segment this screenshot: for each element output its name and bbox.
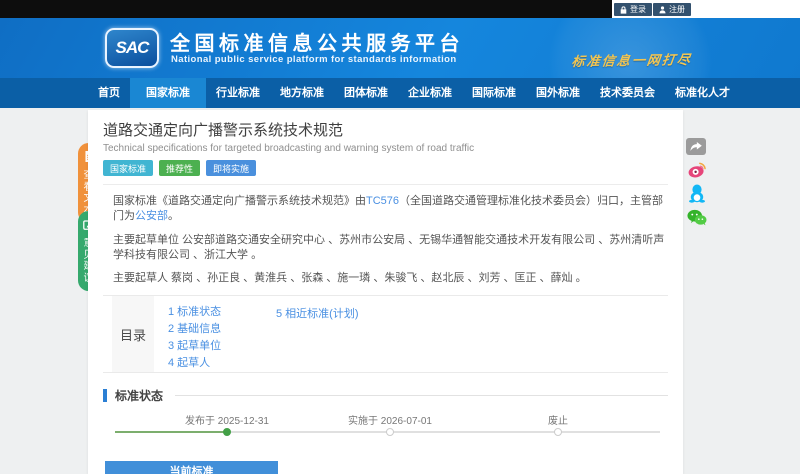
toc-link-similar-standards[interactable]: 5 相近标准(计划) [276, 308, 359, 320]
qq-icon[interactable] [686, 184, 708, 203]
register-label: 注册 [669, 5, 685, 14]
top-utility-bar: 登录 注册 [0, 0, 800, 18]
slogan-calligraphy: 标准信息一网打尽 [570, 51, 693, 70]
timeline-label-published: 发布于 2025-12-31 [185, 416, 269, 428]
nav-item-home[interactable]: 首页 [88, 78, 130, 108]
timeline-dot-implemented [386, 428, 394, 437]
nav-item-group-standards[interactable]: 团体标准 [334, 78, 398, 108]
nav-item-national-standards[interactable]: 国家标准 [130, 78, 206, 108]
lock-icon [620, 5, 627, 14]
site-title: 全国标准信息公共服务平台 [170, 33, 464, 55]
share-column [686, 138, 708, 226]
timeline-dot-abolished [554, 428, 562, 437]
login-button[interactable]: 登录 [614, 3, 652, 16]
page: 登录 注册 SAC 全国标准信息公共服务平台 National public s… [0, 0, 800, 474]
toc-links: 1 标准状态 2 基础信息 3 起草单位 4 起草人 5 相近标准(计划) [154, 296, 359, 372]
current-standard-header: 当前标准 [105, 461, 278, 474]
nav-item-local-standards[interactable]: 地方标准 [270, 78, 334, 108]
timeline-dot-published [223, 428, 231, 437]
status-timeline: 发布于 2025-12-31 实施于 2026-07-01 废止 [103, 410, 668, 448]
standard-title-en: Technical specifications for targeted br… [103, 143, 475, 154]
sac-logo[interactable]: SAC [105, 28, 159, 68]
drafters-paragraph: 主要起草人 蔡岗 、孙正良 、黄淮兵 、张森 、施一璘 、朱骏飞 、赵北辰 、刘… [113, 272, 587, 285]
table-of-contents: 目录 1 标准状态 2 基础信息 3 起草单位 4 起草人 5 相近标准(计划) [103, 295, 668, 374]
timeline-label-abolished: 废止 [548, 416, 568, 428]
intro-paragraph: 国家标准《道路交通定向广播警示系统技术规范》由TC576（全国道路交通管理标准化… [113, 194, 668, 224]
person-icon [659, 5, 666, 14]
login-label: 登录 [630, 5, 646, 14]
nav-item-international-standards[interactable]: 国际标准 [462, 78, 526, 108]
description-block: 国家标准《道路交通定向广播警示系统技术规范》由TC576（全国道路交通管理标准化… [103, 194, 668, 286]
section-marker [103, 389, 107, 403]
toc-column-2: 5 相近标准(计划) [276, 304, 359, 372]
timeline-track-done [115, 431, 227, 434]
timeline-label-implemented: 实施于 2026-07-01 [348, 416, 432, 428]
site-header: SAC 全国标准信息公共服务平台 National public service… [0, 18, 800, 78]
toc-column-1: 1 标准状态 2 基础信息 3 起草单位 4 起草人 [168, 304, 276, 372]
register-button[interactable]: 注册 [653, 3, 691, 16]
site-subtitle: National public service platform for sta… [171, 54, 457, 65]
nav-item-enterprise-standards[interactable]: 企业标准 [398, 78, 462, 108]
badge-recommended: 推荐性 [159, 160, 201, 176]
toc-link-drafting-units[interactable]: 3 起草单位 [168, 338, 276, 355]
toc-link-status[interactable]: 1 标准状态 [168, 304, 276, 321]
dept-link[interactable]: 公安部 [135, 210, 168, 222]
tc576-link[interactable]: TC576 [366, 195, 399, 207]
toc-link-drafters[interactable]: 4 起草人 [168, 355, 276, 372]
status-section-title: 标准状态 [115, 389, 164, 404]
toc-label: 目录 [112, 296, 154, 373]
current-standard-card[interactable]: 当前标准 GB/T 47003-2025 即将实施 道路交通定向广播警示系统技术… [105, 461, 278, 474]
nav-item-foreign-standards[interactable]: 国外标准 [526, 78, 590, 108]
toc-link-basic-info[interactable]: 2 基础信息 [168, 321, 276, 338]
main-nav: 首页 国家标准 行业标准 地方标准 团体标准 企业标准 国际标准 国外标准 技术… [0, 78, 800, 108]
drafting-units-paragraph: 主要起草单位 公安部道路交通安全研究中心 、苏州市公安局 、无锡华通智能交通技术… [113, 233, 665, 261]
intro-prefix: 国家标准《道路交通定向广播警示系统技术规范》由 [113, 195, 366, 207]
weibo-icon[interactable] [686, 161, 708, 178]
badge-upcoming: 即将实施 [206, 160, 257, 176]
sac-logo-text: SAC [115, 38, 150, 57]
top-black-strip [0, 0, 612, 18]
share-icon[interactable] [686, 138, 706, 155]
section-rule [175, 395, 668, 397]
standard-detail-card: 道路交通定向广播警示系统技术规范 Technical specification… [88, 110, 683, 474]
intro-suffix: 。 [168, 209, 179, 222]
badge-national-standard: 国家标准 [103, 160, 154, 176]
status-section-header: 标准状态 [103, 387, 668, 404]
nav-item-standardization-talent[interactable]: 标准化人才 [665, 78, 740, 108]
standard-title-cn: 道路交通定向广播警示系统技术规范 [103, 122, 344, 139]
badge-row: 国家标准 推荐性 即将实施 [103, 160, 668, 176]
wechat-icon[interactable] [686, 209, 708, 226]
divider [103, 184, 668, 185]
nav-item-technical-committee[interactable]: 技术委员会 [590, 78, 665, 108]
nav-item-industry-standards[interactable]: 行业标准 [206, 78, 270, 108]
